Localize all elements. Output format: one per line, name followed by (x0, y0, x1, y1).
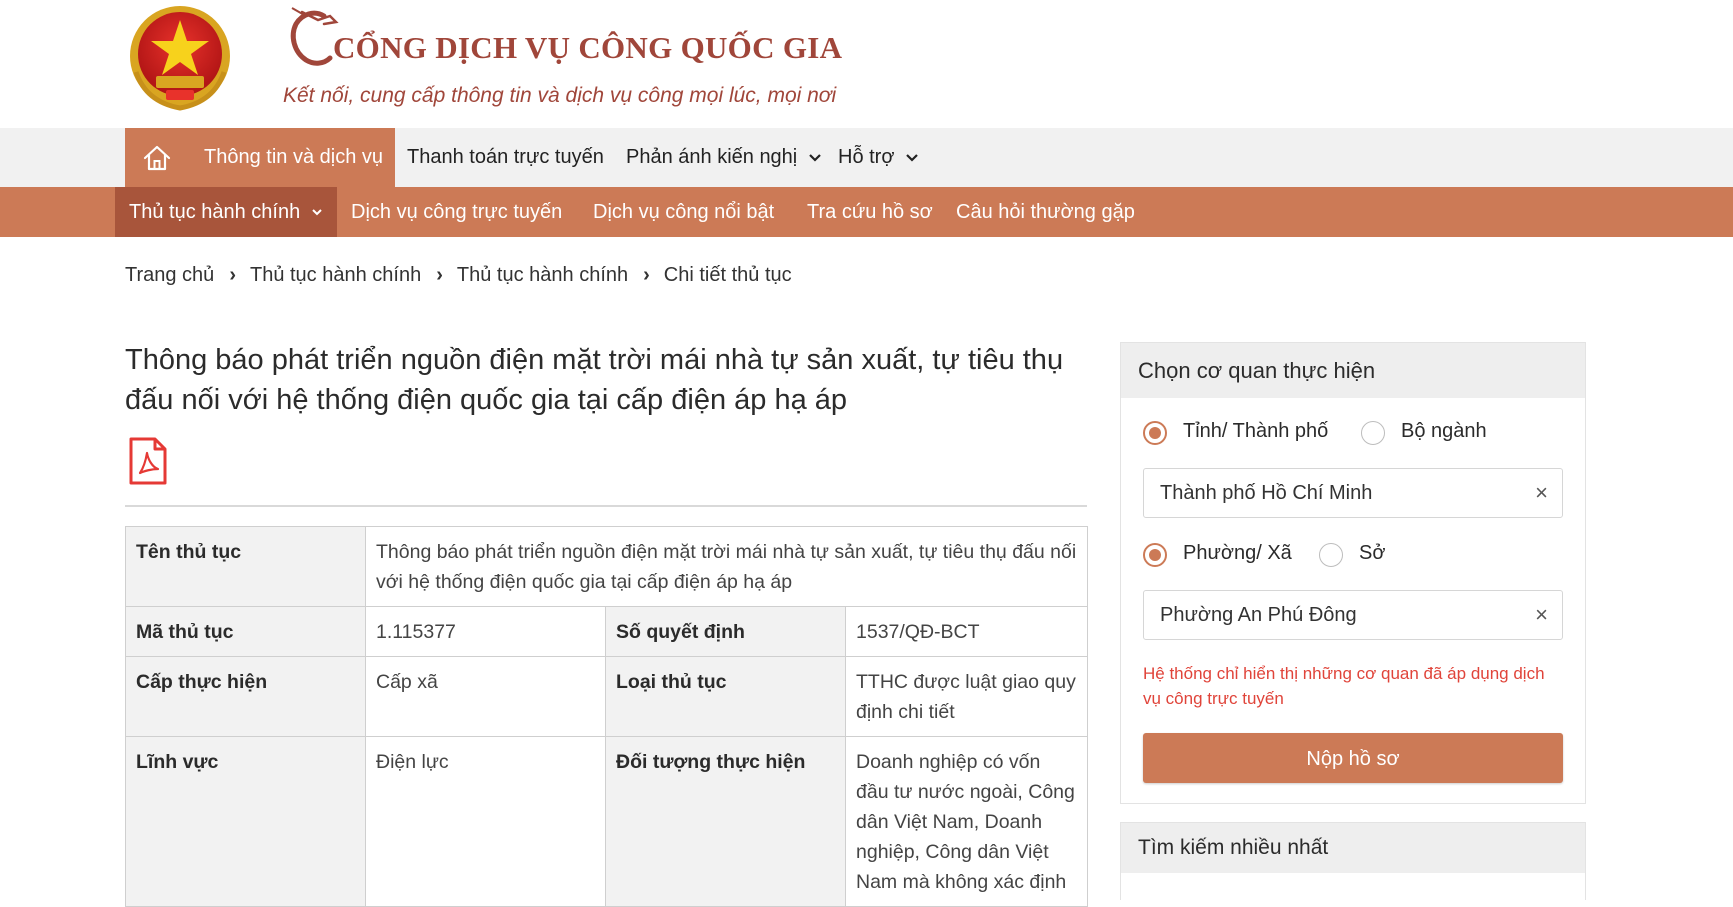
main-navigation: Thông tin và dịch vụ Thanh toán trực tuy… (0, 128, 1733, 187)
subnav-dich-vu-cong-noi-bat[interactable]: Dịch vụ công nổi bật (593, 187, 774, 237)
breadcrumb: Trang chủ › Thủ tục hành chính › Thủ tục hàn… (125, 264, 792, 290)
submit-application-button[interactable]: Nộp hồ sơ (1143, 733, 1563, 783)
sub-navigation: Thủ tục hành chính Dịch vụ công trực tuy… (0, 187, 1733, 237)
breadcrumb-separator-icon: › (643, 264, 650, 286)
subnav-thu-tuc-hanh-chinh[interactable]: Thủ tục hành chính (115, 187, 337, 237)
subnav-label: Tra cứu hồ sơ (807, 201, 933, 223)
table-row: Mã thủ tục 1.115377 Số quyết định 1537/Q… (125, 606, 1089, 657)
nav-label: Hỗ trợ (838, 146, 895, 168)
chevron-down-icon (906, 153, 918, 162)
subnav-label: Dịch vụ công trực tuyến (351, 201, 563, 223)
linh-vuc-label: Lĩnh vực (125, 736, 366, 907)
procedure-info-table: Tên thủ tục Thông báo phát triển nguồn đ… (125, 526, 1089, 907)
content-divider (125, 505, 1087, 507)
province-select[interactable]: Thành phố Hồ Chí Minh × (1143, 468, 1563, 518)
ma-thu-tuc-value: 1.115377 (365, 606, 606, 657)
so-quyet-dinh-label: Số quyết định (605, 606, 846, 657)
subnav-label: Thủ tục hành chính (129, 201, 301, 223)
radio-unselected-icon[interactable] (1319, 543, 1343, 567)
level1-radio-group: Tỉnh/ Thành phố Bộ ngành (1143, 420, 1563, 451)
radio-label[interactable]: Sở (1359, 542, 1385, 565)
ten-thu-tuc-label: Tên thủ tục (125, 526, 366, 607)
radio-label[interactable]: Tỉnh/ Thành phố (1183, 420, 1328, 443)
pdf-file-icon[interactable] (128, 437, 168, 485)
cap-thuc-hien-label: Cấp thực hiện (125, 656, 366, 737)
subnav-tra-cuu-ho-so[interactable]: Tra cứu hồ sơ (807, 187, 933, 237)
ward-select[interactable]: Phường An Phú Đông × (1143, 590, 1563, 640)
table-row: Cấp thực hiện Cấp xã Loại thủ tục TTHC đ… (125, 656, 1089, 737)
subnav-label: Dịch vụ công nổi bật (593, 201, 775, 223)
radio-unselected-icon[interactable] (1361, 421, 1385, 445)
home-icon (143, 145, 171, 170)
site-title[interactable]: CỔNG DỊCH VỤ CÔNG QUỐC GIA (333, 30, 842, 66)
agency-selection-panel: Chọn cơ quan thực hiện Tỉnh/ Thành phố B… (1120, 342, 1586, 804)
ten-thu-tuc-value: Thông báo phát triển nguồn điện mặt trời… (364, 526, 1089, 607)
cap-thuc-hien-value: Cấp xã (365, 656, 606, 737)
popular-searches-panel: Tìm kiếm nhiều nhất (1120, 822, 1586, 900)
chevron-down-icon (312, 209, 322, 216)
radio-label[interactable]: Phường/ Xã (1183, 542, 1292, 565)
loai-thu-tuc-value: TTHC được luật giao quy định chi tiết (844, 656, 1089, 737)
so-quyet-dinh-value[interactable]: 1537/QĐ-BCT (844, 606, 1089, 657)
nav-label: Phản ánh kiến nghị (626, 146, 798, 168)
nav-ho-tro[interactable]: Hỗ trợ (838, 128, 919, 187)
nav-label: Thông tin và dịch vụ (204, 146, 383, 168)
site-slogan: Kết nối, cung cấp thông tin và dịch vụ c… (283, 84, 837, 107)
breadcrumb-item[interactable]: Thủ tục hành chính (250, 264, 421, 287)
breadcrumb-current: Chi tiết thủ tục (663, 264, 792, 286)
nav-thanh-toan-truc-tuyen[interactable]: Thanh toán trực tuyến (407, 128, 604, 187)
breadcrumb-separator-icon: › (229, 264, 236, 286)
table-row: Tên thủ tục Thông báo phát triển nguồn đ… (125, 526, 1089, 607)
procedure-title: Thông báo phát triển nguồn điện mặt trời… (125, 344, 1064, 416)
breadcrumb-home[interactable]: Trang chủ (125, 264, 214, 287)
national-emblem-logo[interactable] (126, 2, 234, 114)
radio-label[interactable]: Bộ ngành (1401, 420, 1487, 443)
site-header: CỔNG DỊCH VỤ CÔNG QUỐC GIA Kết nối, cung… (0, 0, 1733, 128)
ward-select-value: Phường An Phú Đông (1160, 604, 1357, 626)
linh-vuc-value: Điện lực (365, 736, 606, 907)
panel-title: Chọn cơ quan thực hiện (1121, 343, 1585, 398)
nav-phan-anh-kien-nghi[interactable]: Phản ánh kiến nghị (626, 128, 822, 187)
breadcrumb-item[interactable]: Thủ tục hành chính (457, 264, 628, 287)
level2-radio-group: Phường/ Xã Sở (1143, 542, 1563, 573)
subnav-label: Câu hỏi thường gặp (956, 201, 1135, 223)
ma-thu-tuc-label: Mã thủ tục (125, 606, 366, 657)
province-select-value: Thành phố Hồ Chí Minh (1160, 482, 1373, 504)
breadcrumb-separator-icon: › (436, 264, 443, 286)
loai-thu-tuc-label: Loại thủ tục (605, 656, 846, 737)
nav-thong-tin-dich-vu[interactable]: Thông tin và dịch vụ (189, 128, 395, 187)
clear-icon[interactable]: × (1535, 591, 1548, 639)
radio-selected-icon[interactable] (1143, 421, 1167, 445)
chevron-down-icon (809, 153, 821, 162)
home-button[interactable] (125, 128, 189, 187)
clear-icon[interactable]: × (1535, 469, 1548, 517)
subnav-dich-vu-cong-truc-tuyen[interactable]: Dịch vụ công trực tuyến (351, 187, 562, 237)
table-row: Lĩnh vực Điện lực Đối tượng thực hiện Do… (125, 736, 1089, 907)
portal-bird-logo (290, 7, 339, 66)
doi-tuong-label: Đối tượng thực hiện (605, 736, 846, 907)
nav-label: Thanh toán trực tuyến (407, 146, 604, 168)
subnav-cau-hoi-thuong-gap[interactable]: Câu hỏi thường gặp (956, 187, 1135, 237)
panel-title: Tìm kiếm nhiều nhất (1121, 823, 1585, 873)
online-service-notice: Hệ thống chỉ hiển thị những cơ quan đã á… (1143, 664, 1545, 708)
radio-selected-icon[interactable] (1143, 543, 1167, 567)
doi-tuong-value: Doanh nghiệp có vốn đầu tư nước ngoài, C… (844, 736, 1089, 907)
